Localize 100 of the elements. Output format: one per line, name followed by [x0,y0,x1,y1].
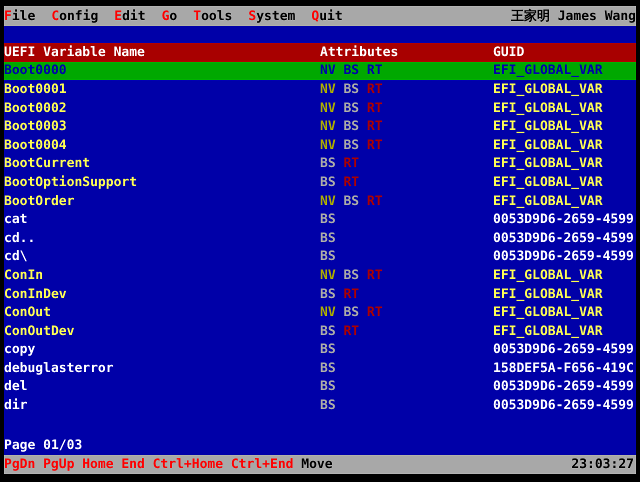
variable-name: ConInDev [4,286,68,302]
variable-name: debuglasterror [4,360,115,376]
key-hint: Ctrl+Home [152,457,224,472]
key-hint: Home [82,457,114,472]
attribute-label: RT [343,286,360,302]
table-row[interactable]: dir BS 0053D9D6-2659-4599 [4,396,636,415]
variable-name: cd\ [4,249,28,264]
attribute-label: RT [366,268,383,283]
attribute-label: BS [320,324,336,339]
attribute-label: BS [343,268,360,283]
variable-name: Boot0000 [4,63,68,78]
attribute-label: RT [366,63,383,78]
attribute-label: NV [320,100,336,116]
table-row[interactable]: cd\ BS 0053D9D6-2659-4599 [4,248,636,266]
table-row[interactable]: ConOutDev BS RT EFI_GLOBAL_VAR [4,322,636,340]
guid: 158DEF5A-F656-419C [493,360,635,376]
attribute-label: NV [320,305,336,320]
variable-name: copy [4,342,36,358]
attribute-label: BS [343,82,360,97]
table-row[interactable]: BootOrder NV BS RT EFI_GLOBAL_VAR [4,192,636,210]
guid: EFI_GLOBAL_VAR [493,174,604,190]
menu-item[interactable]: Config [51,8,98,24]
variable-name: del [4,379,28,394]
attribute-label: BS [343,100,360,116]
table-row[interactable]: debuglasterror BS 158DEF5A-F656-419C [4,359,636,378]
table-row[interactable]: BootCurrent BS RT EFI_GLOBAL_VAR [4,154,636,174]
attribute-label: NV [320,119,336,134]
guid: EFI_GLOBAL_VAR [493,82,604,97]
attribute-label: RT [366,100,383,116]
key-hint: PgUp [43,457,74,472]
guid: EFI_GLOBAL_VAR [493,156,604,172]
guid: EFI_GLOBAL_VAR [493,194,604,209]
guid: EFI_GLOBAL_VAR [493,63,604,78]
attribute-label: NV [320,138,336,153]
table-row[interactable]: Boot0002 NV BS RT EFI_GLOBAL_VAR [4,98,636,118]
key-hint: Ctrl+End [230,457,294,472]
attribute-label: BS [320,286,336,302]
variable-name: Boot0001 [4,82,68,97]
guid: 0053D9D6-2659-4599 [493,249,635,264]
table-row[interactable]: del BS 0053D9D6-2659-4599 [4,378,636,396]
guid: EFI_GLOBAL_VAR [493,138,604,153]
table-row[interactable]: cd.. BS 0053D9D6-2659-4599 [4,228,636,248]
action-label: Move [301,457,333,472]
attribute-label: BS [320,360,336,376]
table-row[interactable]: Boot0003 NV BS RT EFI_GLOBAL_VAR [4,117,636,136]
attribute-label: BS [320,212,336,228]
attribute-label: BS [320,342,336,358]
menu-item[interactable]: File [4,8,36,24]
guid: EFI_GLOBAL_VAR [493,286,604,302]
guid: 0053D9D6-2659-4599 [493,342,635,358]
table-row[interactable]: ConOut NV BS RT EFI_GLOBAL_VAR [4,303,636,322]
guid: EFI_GLOBAL_VAR [493,119,604,134]
attribute-label: BS [343,138,360,153]
menu-item[interactable]: Tools [193,8,232,24]
guid: EFI_GLOBAL_VAR [493,100,604,116]
guid: 0053D9D6-2659-4599 [493,212,635,228]
table-row[interactable]: copy BS 0053D9D6-2659-4599 [4,340,636,360]
attribute-label: RT [366,305,383,320]
guid: EFI_GLOBAL_VAR [493,324,604,339]
guid: EFI_GLOBAL_VAR [493,305,604,320]
variable-name: cat [4,212,28,228]
menu-item[interactable]: Edit [114,8,146,24]
attribute-label: BS [320,249,336,264]
attribute-label: BS [320,398,336,414]
attribute-label: NV [320,63,336,78]
variable-name: BootOrder [4,194,76,209]
table-row[interactable]: Boot0004 NV BS RT EFI_GLOBAL_VAR [4,136,636,155]
attribute-label: BS [320,379,336,394]
attribute-label: BS [320,230,336,246]
table-row[interactable]: Boot0000 NV BS RT EFI_GLOBAL_VAR [4,62,636,80]
attribute-label: BS [343,119,360,134]
table-row[interactable]: ConIn NV BS RT EFI_GLOBAL_VAR [4,266,636,285]
attribute-label: RT [366,138,383,153]
variable-name: cd.. [4,230,36,246]
variable-name: Boot0002 [4,100,68,116]
user-name: 王家明 James Wang [510,8,636,25]
column-header: Attributes [320,44,400,60]
menu-item[interactable]: Quit [311,8,343,24]
variable-name: Boot0003 [4,119,68,134]
attribute-label: NV [320,268,336,283]
table-row[interactable]: Boot0001 NV BS RT EFI_GLOBAL_VAR [4,80,636,99]
menu-item[interactable]: Go [162,8,178,24]
attribute-label: BS [320,156,336,172]
guid: EFI_GLOBAL_VAR [493,268,604,283]
attribute-label: BS [343,305,360,320]
variable-name: ConIn [4,268,44,283]
menu-item[interactable]: System [248,8,296,24]
column-header: GUID [493,44,526,60]
table-row[interactable]: ConInDev BS RT EFI_GLOBAL_VAR [4,284,636,304]
attribute-label: RT [343,174,360,190]
variable-name: BootCurrent [4,156,92,172]
table-row[interactable]: BootOptionSupport BS RT EFI_GLOBAL_VAR [4,173,636,192]
guid: 0053D9D6-2659-4599 [493,398,635,414]
guid: 0053D9D6-2659-4599 [493,379,635,394]
attribute-label: RT [343,156,360,172]
attribute-label: NV [320,82,336,97]
variable-name: Boot0004 [4,138,68,153]
page-indicator: Page 01/03 [4,438,82,452]
key-hint: End [121,457,145,472]
table-row[interactable]: cat BS 0053D9D6-2659-4599 [4,210,636,229]
